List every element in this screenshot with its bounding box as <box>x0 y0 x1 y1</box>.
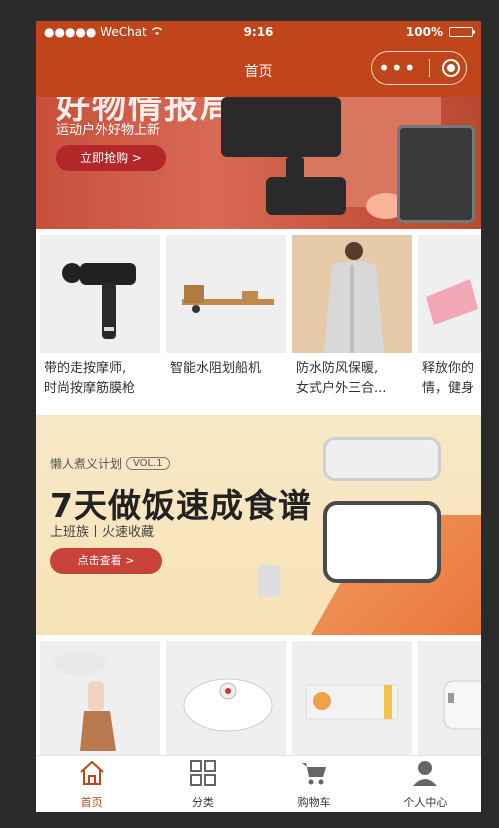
product-name: 智能水阻划船机 <box>170 361 262 376</box>
battery-icon <box>449 27 475 37</box>
cart-icon <box>300 759 328 791</box>
grid-icon <box>189 759 217 791</box>
product-image-yoga-mat <box>418 235 481 353</box>
product-image-rice-cooker <box>418 641 481 759</box>
product-image-robot-vacuum <box>166 641 286 759</box>
massage-gun-image <box>221 97 341 157</box>
promo-banner-outdoor[interactable]: 好物情报局 运动户外好物上新 立即抢购 > <box>36 97 481 229</box>
cook-banner-subtitle: 上班族丨火速收藏 <box>50 525 155 540</box>
more-dots-icon[interactable]: ••• <box>378 58 416 78</box>
product-name: 防水防风保暖, 女式户外三合... <box>296 361 387 396</box>
battery-text: 100% <box>405 25 443 39</box>
close-target-icon[interactable] <box>441 59 460 77</box>
product-row-2 <box>36 635 481 759</box>
capsule-divider <box>428 59 430 77</box>
phone-screen: ●●●●● WeChat 9:16 100% 首页 ••• 好物情报局 运动户外… <box>36 21 481 812</box>
nav-bar: 首页 ••• <box>36 43 481 97</box>
product-card[interactable] <box>166 641 286 759</box>
product-card[interactable]: 释放你的 情，健身 <box>418 235 481 399</box>
product-card[interactable]: 带的走按摩师, 时尚按摩筋膜枪 <box>40 235 160 399</box>
tab-label: 首页 <box>80 795 103 809</box>
tab-cart[interactable]: 购物车 <box>259 756 370 812</box>
banner-tablet-image <box>397 125 475 223</box>
tab-label: 分类 <box>191 795 214 809</box>
product-card[interactable] <box>292 641 412 759</box>
product-image-jacket <box>292 235 412 353</box>
tab-home[interactable]: 首页 <box>36 756 147 812</box>
product-card[interactable]: 防水防风保暖, 女式户外三合... <box>292 235 412 399</box>
tab-label: 购物车 <box>297 795 331 809</box>
product-image-food-box <box>292 641 412 759</box>
product-image-massage-gun <box>40 235 160 353</box>
product-image-rowing-machine <box>166 235 286 353</box>
tab-category[interactable]: 分类 <box>147 756 258 812</box>
lunchbox-top-image <box>323 437 441 481</box>
tab-bar: 首页 分类 购物车 个人中心 <box>36 755 481 812</box>
view-recipe-button[interactable]: 点击查看 > <box>50 548 162 574</box>
wifi-icon <box>151 25 163 39</box>
product-row-1: 带的走按摩师, 时尚按摩筋膜枪 智能水阻划船机 防水防风保暖, 女式户外三合..… <box>36 229 481 399</box>
product-image-steamer <box>40 641 160 759</box>
status-bar: ●●●●● WeChat 9:16 100% <box>36 21 481 43</box>
vol-badge: VOL.1 <box>126 457 170 470</box>
mini-program-capsule: ••• <box>371 51 467 85</box>
product-card[interactable]: 智能水阻划船机 <box>166 235 286 399</box>
home-icon <box>78 759 106 791</box>
banner-subtitle: 运动户外好物上新 <box>56 123 161 138</box>
promo-banner-cooking[interactable]: 懒人煮义计划 VOL.1 7天做饭速成食谱 上班族丨火速收藏 点击查看 > <box>36 415 481 635</box>
product-card[interactable] <box>40 641 160 759</box>
tab-profile[interactable]: 个人中心 <box>370 756 481 812</box>
cook-plan-label: 懒人煮义计划 VOL.1 <box>50 455 170 472</box>
buy-now-button[interactable]: 立即抢购 > <box>56 145 166 171</box>
lunchbox-bottom-image <box>323 501 441 583</box>
utensil-cup-image <box>258 565 280 597</box>
product-name: 带的走按摩师, 时尚按摩筋膜枪 <box>44 361 136 396</box>
product-name: 释放你的 情，健身 <box>422 361 475 396</box>
carrier-text: ●●●●● WeChat <box>44 25 147 39</box>
user-icon <box>411 759 439 791</box>
cook-banner-title: 7天做饭速成食谱 <box>50 486 312 525</box>
product-card[interactable] <box>418 641 481 759</box>
banner-case-image <box>266 177 346 215</box>
tab-label: 个人中心 <box>403 795 448 809</box>
